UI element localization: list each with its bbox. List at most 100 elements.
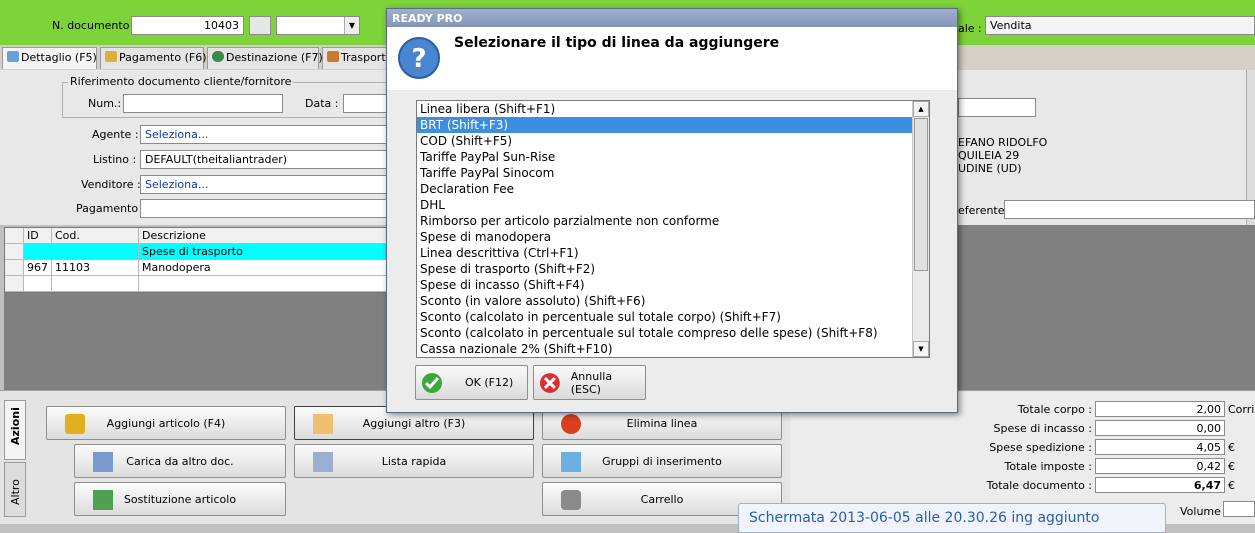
list-item[interactable]: Cassa nazionale 2% (Shift+F10) [417,341,929,357]
tab-destinazione[interactable]: Destinazione (F7) [207,47,323,69]
list-item[interactable]: Sconto (in valore assoluto) (Shift+F6) [417,293,929,309]
listino-select[interactable]: DEFAULT(theitaliantrader) [140,150,392,169]
ok-button[interactable]: OK (F12) [415,365,528,400]
aggiungi-articolo-button[interactable]: Aggiungi articolo (F4) [46,406,286,440]
list-item[interactable]: Linea descrittiva (Ctrl+F1) [417,245,929,261]
question-icon: ? [398,37,440,79]
table-icon [7,51,19,62]
truck-icon [327,51,339,62]
table-cell-empty[interactable] [52,276,139,292]
pagamento-label: Pagamento : [76,202,146,215]
scroll-up-arrow[interactable]: ▲ [913,101,929,117]
table-cell-empty[interactable] [139,276,388,292]
spese-incasso-label: Spese di incasso : [993,422,1092,435]
list-item[interactable]: Rimborso per articolo parzialmente non c… [417,213,929,229]
table-cell-desc[interactable]: Manodopera [139,260,388,276]
table-empty-area [4,293,388,390]
list-item[interactable]: Sconto (calcolato in percentuale sul tot… [417,309,929,325]
cart-icon [561,490,581,510]
checklist-icon [93,452,113,472]
spese-incasso-value: 0,00 [1095,420,1225,436]
box-add-icon [65,414,85,434]
shapes-icon [93,490,113,510]
causale-field[interactable]: Vendita [985,16,1255,35]
list-scrollbar[interactable]: ▲ ▼ [912,101,929,357]
side-tab-azioni[interactable]: Azioni [4,400,26,460]
causale-label: ale : [958,22,982,35]
globe-icon [212,51,224,62]
table-row[interactable] [5,244,24,260]
tab-dettaglio[interactable]: Dettaglio (F5) [2,47,97,69]
stack-add-icon [561,452,581,472]
table-row[interactable] [5,260,24,276]
ndoc-button[interactable] [249,16,271,35]
table-cell-cod[interactable] [52,244,139,260]
taskbar-notification[interactable]: Schermata 2013-06-05 alle 20.30.26 ing a… [738,503,1166,533]
list-item[interactable]: Tariffe PayPal Sun-Rise [417,149,929,165]
spese-spedizione-label: Spese spedizione : [989,441,1092,454]
rif-data-input[interactable] [343,94,391,113]
list-item[interactable]: Spese di manodopera [417,229,929,245]
carica-button[interactable]: Carica da altro doc. [74,444,286,478]
dialog-header: ? Selezionare il tipo di linea da aggiun… [387,27,957,90]
volume-label: Volume : [1180,505,1229,518]
select-line-dialog: READY PRO ? Selezionare il tipo di linea… [386,8,958,413]
totale-corpo-label: Totale corpo : [1017,403,1092,416]
delete-icon [561,414,581,434]
list-item[interactable]: DHL [417,197,929,213]
list-item[interactable]: Spese di incasso (Shift+F4) [417,277,929,293]
list-item[interactable]: Tariffe PayPal Sinocom [417,165,929,181]
referente-input[interactable] [1004,200,1255,219]
spese-spedizione-unit: € [1228,441,1235,454]
totale-imposte-label: Totale imposte : [1004,460,1092,473]
table-cell-id[interactable]: 967 [24,260,52,276]
table-header-id[interactable]: ID [24,228,52,244]
ndoc-input[interactable]: 10403 [131,16,244,35]
list-item[interactable]: Spese di trasporto (Shift+F2) [417,261,929,277]
totale-imposte-unit: € [1228,460,1235,473]
side-tab-altro[interactable]: Altro [4,462,26,517]
cancel-icon [539,372,560,393]
list-item[interactable]: COD (Shift+F5) [417,133,929,149]
agente-select[interactable]: Seleziona... [140,125,392,144]
line-type-list[interactable]: Linea libera (Shift+F1) BRT (Shift+F3) COD… [416,100,930,358]
rif-num-input[interactable] [123,94,283,113]
table-cell-empty[interactable] [24,276,52,292]
table-row[interactable] [5,276,24,292]
money-icon [105,51,117,62]
series-select[interactable]: ▼ [276,16,360,35]
address-line1: EFANO RIDOLFO [958,136,1048,149]
lista-rapida-button[interactable]: Lista rapida [294,444,534,478]
ndoc-label: N. documento : [52,19,137,32]
list-item[interactable]: Declaration Fee [417,181,929,197]
scroll-thumb[interactable] [914,118,928,271]
check-icon [422,372,442,393]
tab-pagamento[interactable]: Pagamento (F6) [100,47,207,69]
list-item[interactable]: BRT (Shift+F3) [417,117,929,133]
totale-corpo-unit: Corris [1228,403,1255,416]
list-search-icon [313,452,333,472]
row-indicator [5,228,24,244]
agente-label: Agente : [92,128,139,141]
pagamento-select[interactable] [140,199,392,218]
address-line2: QUILEIA 29 [958,149,1020,162]
totale-documento-label: Totale documento : [986,479,1092,492]
gruppi-button[interactable]: Gruppi di inserimento [542,444,782,478]
table-cell-cod[interactable]: 11103 [52,260,139,276]
list-item[interactable]: Linea libera (Shift+F1) [417,101,929,117]
tab-trasporto[interactable]: Trasporto [322,47,392,69]
sostituzione-button[interactable]: Sostituzione articolo [74,482,286,516]
line-type-items: Linea libera (Shift+F1) BRT (Shift+F3) COD… [417,101,929,357]
table-cell-desc[interactable]: Spese di trasporto [139,244,388,260]
right-top-field[interactable] [958,98,1036,117]
venditore-select[interactable]: Seleziona... [140,175,392,194]
chevron-down-icon[interactable]: ▼ [344,17,359,34]
list-item[interactable]: Sconto (calcolato in percentuale sul tot… [417,325,929,341]
cancel-button[interactable]: Annulla (ESC) [533,365,646,400]
table-cell-id[interactable] [24,244,52,260]
table-header-cod[interactable]: Cod. [52,228,139,244]
scroll-down-arrow[interactable]: ▼ [913,341,929,357]
volume-input[interactable] [1223,501,1255,517]
venditore-label: Venditore : [81,178,141,191]
table-header-desc[interactable]: Descrizione [139,228,388,244]
